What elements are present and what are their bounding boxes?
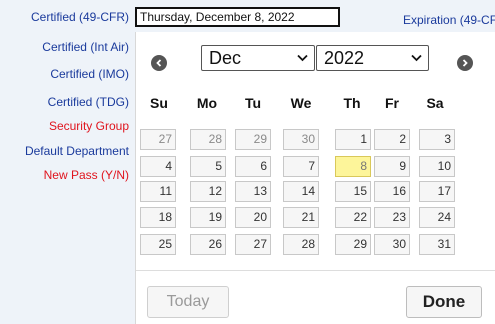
weekday-fr: Fr: [385, 95, 399, 111]
next-month-button[interactable]: [457, 55, 473, 71]
calendar-day[interactable]: 22: [335, 207, 371, 228]
calendar-day[interactable]: 30: [283, 129, 319, 150]
calendar-day[interactable]: 12: [190, 181, 226, 202]
calendar-day[interactable]: 18: [140, 207, 176, 228]
year-select-value: 2022: [324, 48, 365, 68]
prev-month-button[interactable]: [151, 55, 167, 71]
calendar-day[interactable]: 10: [419, 156, 455, 177]
calendar-day[interactable]: 30: [374, 234, 410, 255]
today-button[interactable]: Today: [147, 286, 229, 318]
footer-divider: [136, 270, 495, 271]
label-expiration-49cfr: Expiration (49-CFR): [403, 13, 495, 27]
calendar-day[interactable]: 15: [335, 181, 371, 202]
calendar-day[interactable]: 6: [235, 156, 271, 177]
calendar-day[interactable]: 25: [140, 234, 176, 255]
calendar-day[interactable]: 23: [374, 207, 410, 228]
chevron-left-icon: [156, 59, 162, 67]
calendar-day[interactable]: 26: [190, 234, 226, 255]
label-security-group: Security Group: [48, 119, 129, 133]
calendar-day-selected[interactable]: 8: [335, 156, 371, 177]
calendar-day[interactable]: 11: [140, 181, 176, 202]
calendar-day[interactable]: 2: [374, 129, 410, 150]
label-default-department: Default Department: [24, 144, 129, 158]
calendar-day[interactable]: 7: [283, 156, 319, 177]
weekday-su: Su: [150, 95, 168, 111]
certified-49cfr-date-input[interactable]: Thursday, December 8, 2022: [135, 7, 340, 27]
calendar-day[interactable]: 13: [235, 181, 271, 202]
calendar-day[interactable]: 29: [335, 234, 371, 255]
datepicker-popup: Dec 2022 Su Mo Tu We Th Fr Sa 27 28 29 30 1 2…: [135, 32, 495, 324]
month-select[interactable]: Dec: [201, 45, 315, 71]
calendar-day[interactable]: 1: [335, 129, 371, 150]
year-select[interactable]: 2022: [316, 45, 429, 71]
calendar-day[interactable]: 21: [283, 207, 319, 228]
weekday-tu: Tu: [244, 95, 262, 111]
calendar-day[interactable]: 3: [419, 129, 455, 150]
weekday-mo: Mo: [196, 95, 218, 111]
weekday-th: Th: [343, 95, 361, 111]
calendar-day[interactable]: 16: [374, 181, 410, 202]
label-certified-imo: Certified (IMO): [50, 67, 129, 81]
calendar-day[interactable]: 5: [190, 156, 226, 177]
calendar-day[interactable]: 9: [374, 156, 410, 177]
calendar-day[interactable]: 4: [140, 156, 176, 177]
calendar-day[interactable]: 29: [235, 129, 271, 150]
calendar-day[interactable]: 17: [419, 181, 455, 202]
calendar-day[interactable]: 14: [283, 181, 319, 202]
done-button[interactable]: Done: [406, 286, 482, 318]
calendar-day[interactable]: 28: [190, 129, 226, 150]
chevron-down-icon: [411, 54, 422, 62]
calendar-day[interactable]: 20: [235, 207, 271, 228]
chevron-right-icon: [462, 59, 468, 67]
calendar-day[interactable]: 27: [140, 129, 176, 150]
weekday-we: We: [290, 95, 312, 111]
chevron-down-icon: [297, 54, 308, 62]
label-new-pass: New Pass (Y/N): [43, 168, 129, 182]
calendar-day[interactable]: 31: [419, 234, 455, 255]
form-labels-panel: Certified (49-CFR) Certified (Int Air) C…: [0, 0, 133, 324]
label-certified-tdg: Certified (TDG): [47, 95, 129, 109]
calendar-day[interactable]: 19: [190, 207, 226, 228]
weekday-sa: Sa: [426, 95, 444, 111]
calendar-day[interactable]: 27: [235, 234, 271, 255]
month-select-value: Dec: [209, 48, 242, 68]
label-certified-49cfr: Certified (49-CFR): [30, 10, 129, 24]
label-certified-int-air: Certified (Int Air): [42, 40, 129, 54]
calendar-day[interactable]: 24: [419, 207, 455, 228]
calendar-day[interactable]: 28: [283, 234, 319, 255]
